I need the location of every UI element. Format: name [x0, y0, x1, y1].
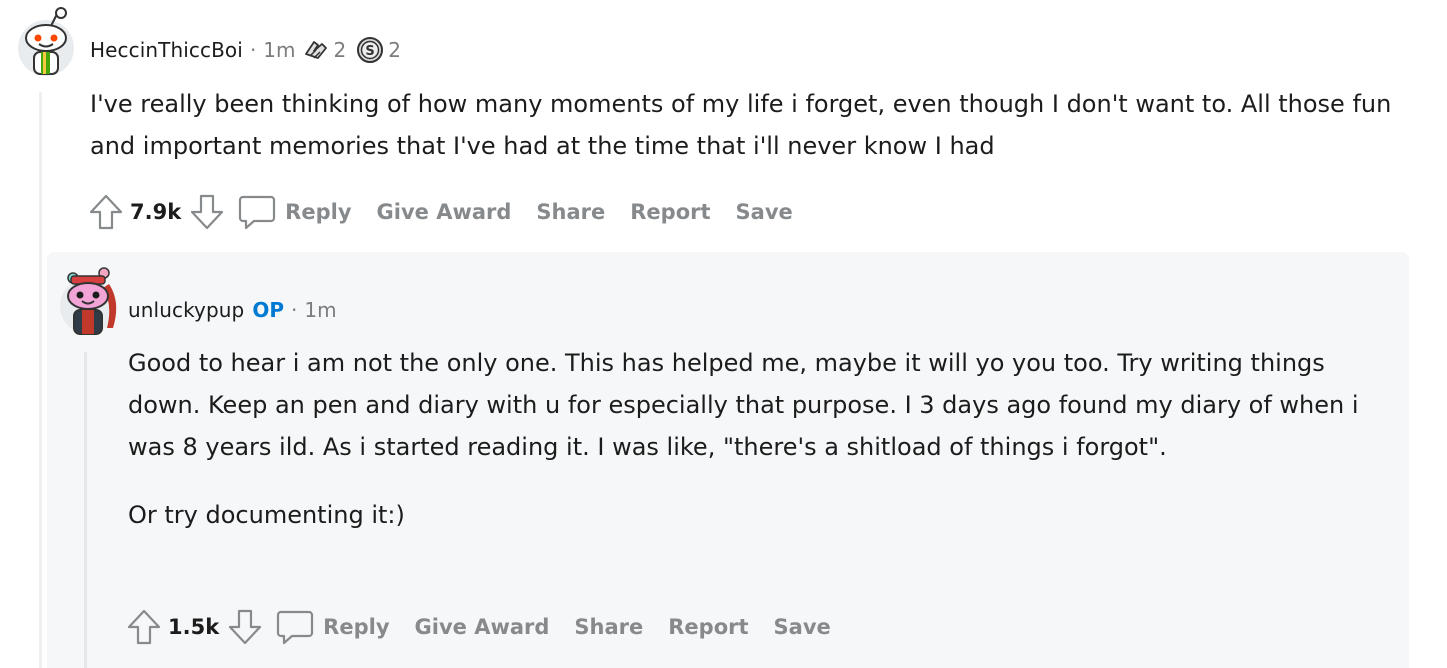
award-silver[interactable]: S 2 — [356, 36, 401, 64]
give-award-button[interactable]: Give Award — [415, 615, 550, 639]
upvote-arrow-icon — [127, 609, 161, 645]
reply-actions: 1.5k Reply Give Award Share Report Save — [124, 605, 856, 649]
silver-coin-award-icon: S — [357, 37, 384, 63]
downvote-arrow-icon — [229, 609, 262, 645]
share-button[interactable]: Share — [536, 200, 605, 224]
op-badge: OP — [252, 298, 285, 322]
user-avatar-snoo[interactable] — [57, 262, 119, 338]
reply-button[interactable]: Reply — [285, 200, 351, 224]
thread-line[interactable] — [39, 92, 42, 668]
hands-award-icon — [304, 41, 327, 59]
reply-paragraph: Good to hear i am not the only one. This… — [128, 349, 1359, 461]
svg-text:S: S — [366, 44, 375, 59]
user-avatar-snoo[interactable] — [15, 6, 77, 78]
upvote-button[interactable] — [124, 605, 164, 649]
downvote-button[interactable] — [187, 190, 227, 234]
vote-score: 7.9k — [130, 200, 182, 224]
vote-score: 1.5k — [168, 615, 220, 639]
reply-paragraph: Or try documenting it:) — [128, 501, 405, 529]
thread-line[interactable] — [84, 352, 87, 668]
meta-separator: · — [249, 38, 257, 62]
comment-time[interactable]: 1m — [304, 298, 336, 322]
upvote-button[interactable] — [86, 190, 126, 234]
meta-separator: · — [291, 298, 298, 322]
comment-body: I've really been thinking of how many mo… — [90, 90, 1392, 160]
reply-button[interactable]: Reply — [323, 615, 389, 639]
comment-meta: HeccinThiccBoi · 1m 2 S 2 — [90, 34, 401, 66]
give-award-button[interactable]: Give Award — [377, 200, 512, 224]
save-button[interactable]: Save — [736, 200, 793, 224]
reply-meta: unluckypup OP · 1m — [128, 294, 337, 326]
reply-button-icon-wrap[interactable] — [237, 192, 277, 232]
reply-body: Good to hear i am not the only one. This… — [128, 342, 1388, 536]
award-count: 2 — [388, 38, 401, 62]
reply-button-icon-wrap[interactable] — [275, 607, 315, 647]
award-hands[interactable]: 2 — [302, 36, 347, 64]
downvote-button[interactable] — [225, 605, 265, 649]
author-name[interactable]: unluckypup — [128, 298, 244, 322]
comment-bubble-icon — [239, 195, 276, 230]
comment-time[interactable]: 1m — [263, 38, 295, 62]
comment-actions: 7.9k Reply Give Award Share Report Save — [86, 190, 818, 234]
comment-bubble-icon — [277, 610, 314, 645]
report-button[interactable]: Report — [630, 200, 710, 224]
upvote-arrow-icon — [89, 194, 123, 230]
snoo-avatar-icon — [60, 267, 117, 335]
downvote-arrow-icon — [191, 194, 224, 230]
report-button[interactable]: Report — [668, 615, 748, 639]
save-button[interactable]: Save — [774, 615, 831, 639]
share-button[interactable]: Share — [574, 615, 643, 639]
award-count: 2 — [333, 38, 347, 62]
snoo-avatar-icon — [18, 7, 74, 76]
author-name[interactable]: HeccinThiccBoi — [90, 38, 243, 62]
